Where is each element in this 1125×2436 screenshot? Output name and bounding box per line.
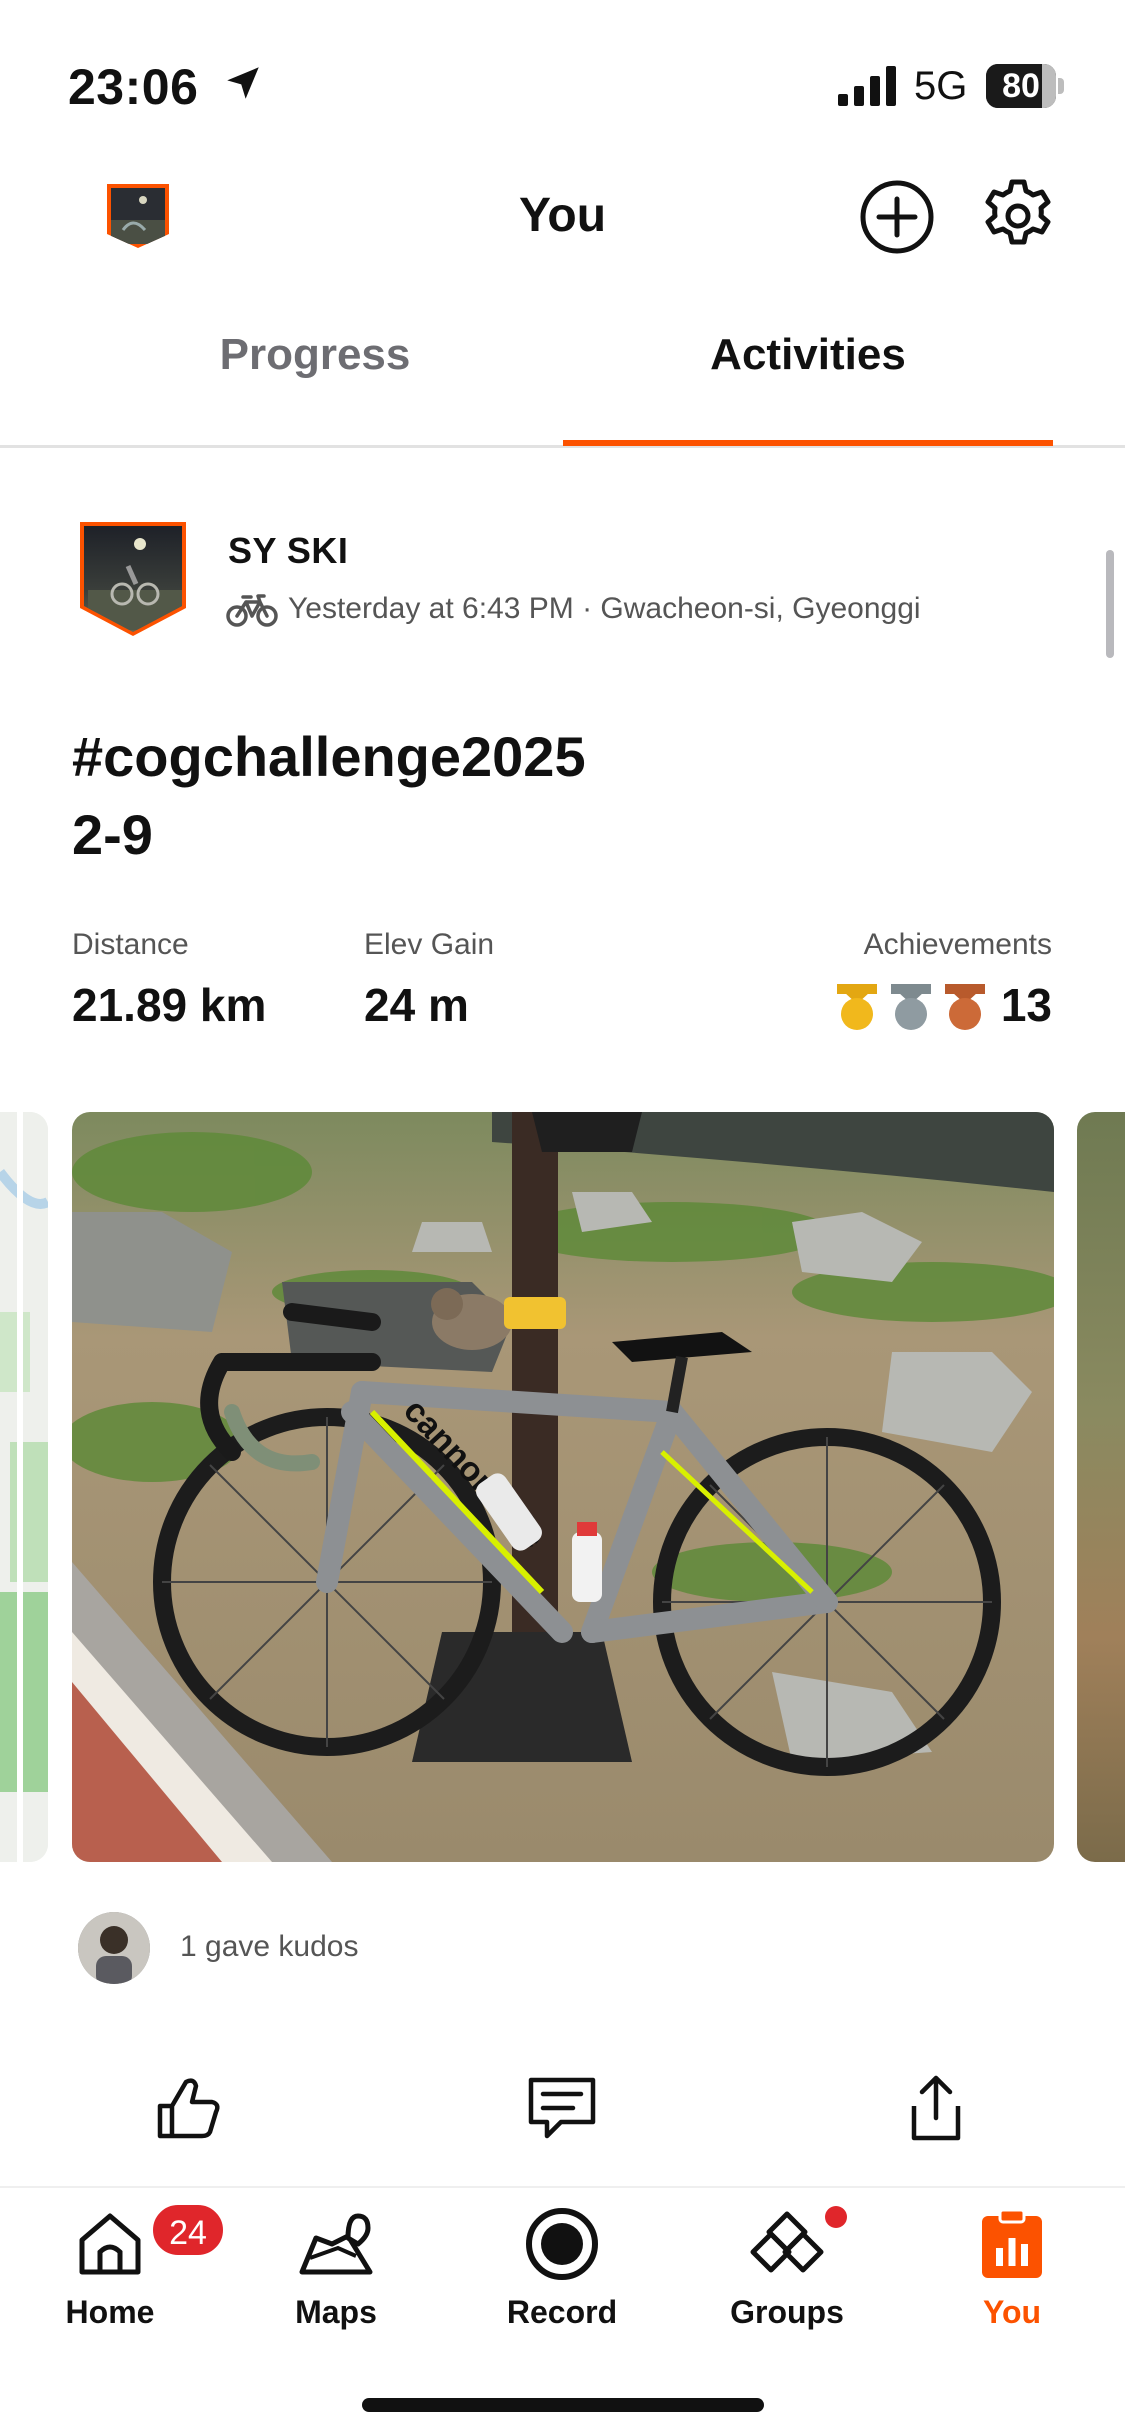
nav-groups[interactable]: Groups [697, 2188, 877, 2368]
route-map-thumbnail[interactable] [0, 1112, 48, 1862]
notification-badge: 24 [150, 2202, 226, 2258]
nav-you[interactable]: You [922, 2188, 1102, 2368]
share-icon [911, 2075, 961, 2141]
athlete-avatar[interactable] [78, 520, 188, 638]
home-icon [79, 2213, 141, 2275]
app-header: You [0, 160, 1125, 270]
maps-icon [299, 2213, 373, 2275]
elev-gain-value: 24 m [364, 979, 469, 1031]
activity-title-line1: #cogchallenge2025 [72, 725, 586, 788]
comment-icon [528, 2077, 596, 2139]
tab-progress[interactable]: Progress [0, 330, 630, 380]
activity-photo[interactable]: cannondale [72, 1112, 1054, 1862]
achievements-label: Achievements [863, 928, 1052, 961]
nav-record[interactable]: Record [472, 2188, 652, 2368]
plus-circle-icon[interactable] [858, 178, 936, 256]
nav-record-label: Record [506, 2294, 618, 2330]
bronze-medal-icon [945, 984, 985, 1030]
record-icon [526, 2208, 598, 2280]
next-photo-thumbnail[interactable] [1077, 1112, 1125, 1862]
scrollbar [1106, 550, 1114, 658]
you-icon [982, 2208, 1042, 2278]
home-indicator [362, 2398, 764, 2412]
distance-label: Distance [72, 928, 189, 961]
gold-medal-icon [837, 984, 877, 1030]
page-title: You [518, 189, 607, 242]
location-arrow-icon [227, 67, 259, 99]
kudos-summary[interactable]: 1 gave kudos [180, 1930, 358, 1964]
thumbs-up-icon [157, 2078, 220, 2139]
nav-maps[interactable]: Maps [246, 2188, 426, 2368]
tab-activities[interactable]: Activities [562, 330, 1054, 380]
cellular-signal-icon [838, 66, 896, 106]
comment-button[interactable] [522, 2068, 602, 2148]
network-type: 5G [914, 64, 968, 108]
battery-level: 80 [1002, 67, 1040, 105]
silver-medal-icon [891, 984, 931, 1030]
activity-title[interactable]: #cogchallenge2025 2-9 [72, 718, 1072, 874]
achievements-count: 13 [1000, 979, 1052, 1031]
nav-home-label: Home [65, 2294, 155, 2330]
bike-icon [226, 594, 278, 627]
nav-home[interactable]: 24 Home [20, 2188, 226, 2368]
activity-meta: Yesterday at 6:43 PM · Gwacheon-si, Gyeo… [288, 592, 921, 625]
nav-you-label: You [982, 2294, 1042, 2330]
groups-notification-dot [825, 2206, 847, 2228]
status-bar: 23:06 5G 80 [0, 0, 1125, 150]
kudos-avatar[interactable] [78, 1912, 150, 1984]
groups-icon [750, 2211, 824, 2273]
nav-groups-label: Groups [730, 2294, 844, 2330]
athlete-name[interactable]: SY SKI [228, 530, 348, 572]
kudos-button[interactable] [148, 2068, 228, 2148]
tab-bar: Progress Activities [0, 300, 1125, 448]
battery-icon: 80 [986, 64, 1066, 108]
activity-title-line2: 2-9 [72, 803, 153, 866]
status-time: 23:06 [68, 59, 199, 115]
gear-icon[interactable] [978, 176, 1058, 256]
elev-gain-label: Elev Gain [364, 928, 495, 961]
nav-maps-label: Maps [295, 2294, 377, 2330]
active-tab-indicator [563, 440, 1053, 446]
share-button[interactable] [896, 2068, 976, 2148]
distance-value: 21.89 km [72, 979, 267, 1031]
